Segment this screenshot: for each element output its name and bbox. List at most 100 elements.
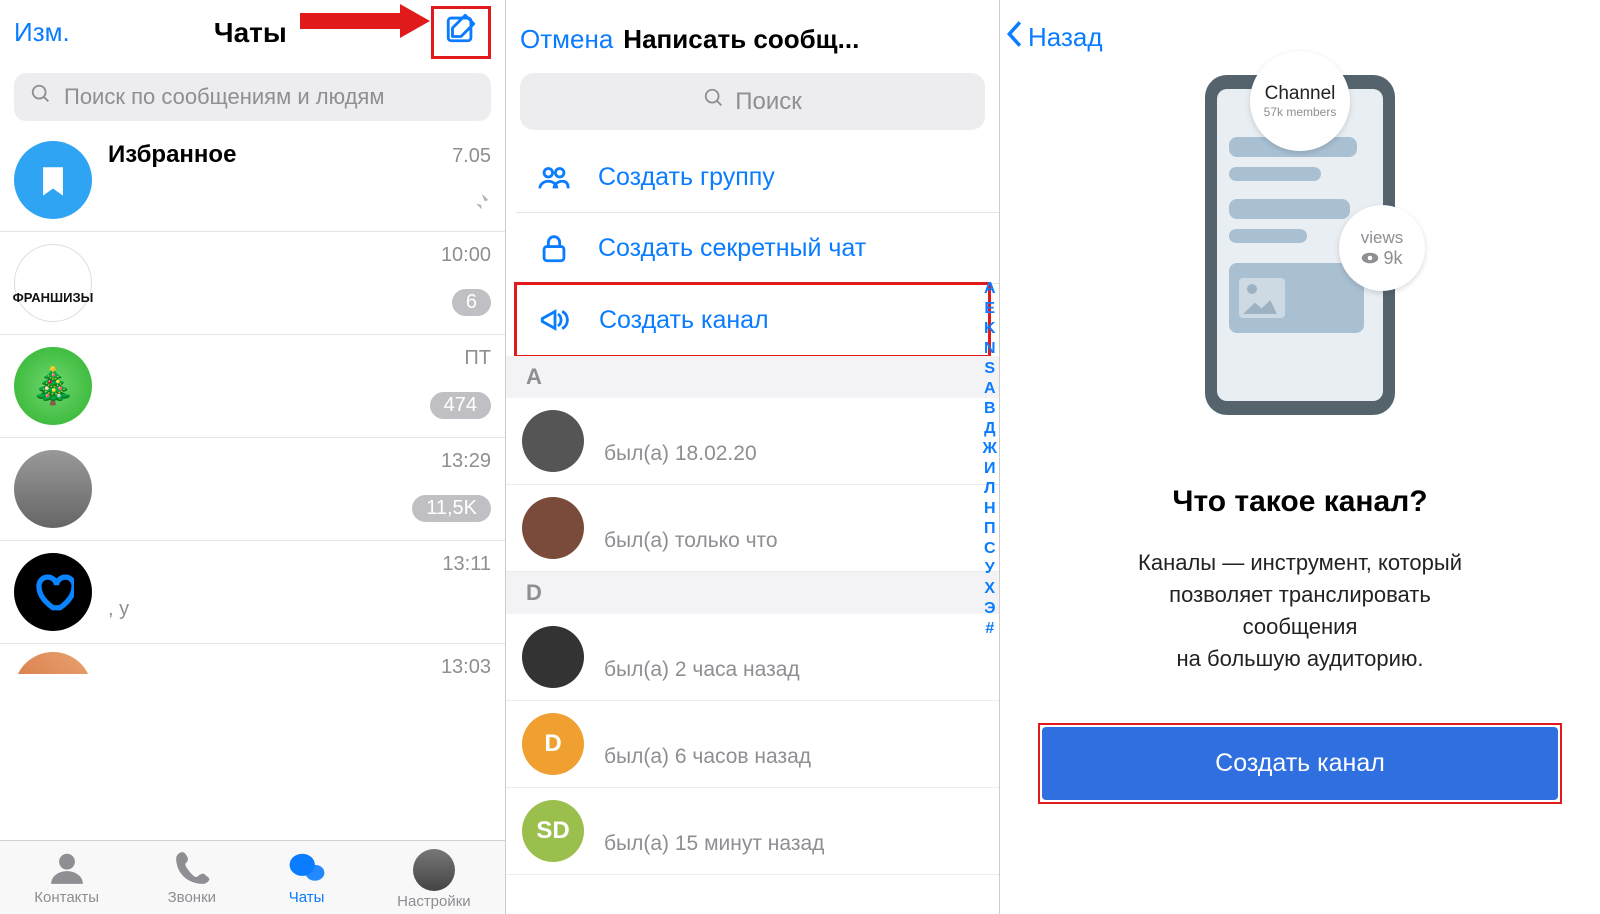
section-header: A [506, 356, 999, 398]
action-new-channel[interactable]: Создать канал [517, 285, 988, 355]
channel-heading: Что такое канал? [1000, 485, 1600, 519]
chat-row[interactable]: ПТ 474 [0, 335, 505, 438]
index-letter[interactable]: Ж [983, 440, 997, 458]
search-placeholder: Поиск [735, 88, 802, 116]
index-letter[interactable]: Д [984, 420, 995, 438]
illus-channel-title: Channel [1265, 83, 1336, 105]
contact-status: был(а) 6 часов назад [604, 745, 811, 769]
contact-avatar: D [522, 713, 584, 775]
alpha-index[interactable]: АEKNSАВДЖИЛНПСУХЭ# [983, 280, 997, 638]
back-label: Назад [1028, 22, 1103, 53]
contact-avatar: SD [522, 800, 584, 862]
index-letter[interactable]: E [984, 300, 995, 318]
channel-illustration: Channel 57k members views 9k [1000, 75, 1600, 415]
tab-settings[interactable]: Настройки [397, 849, 471, 910]
chats-title: Чаты [214, 17, 287, 49]
chat-time: 13:29 [441, 450, 491, 473]
chat-avatar [14, 652, 92, 674]
unread-badge: 6 [452, 289, 491, 316]
index-letter[interactable]: И [984, 460, 996, 478]
index-letter[interactable]: С [984, 540, 996, 558]
contact-avatar [522, 626, 584, 688]
search-placeholder: Поиск по сообщениям и людям [64, 84, 384, 110]
tab-chats-label: Чаты [289, 889, 325, 906]
chat-row[interactable]: 13:03 [0, 644, 505, 674]
search-icon [30, 83, 52, 111]
illus-views-chip: views 9k [1339, 205, 1425, 291]
tab-calls-label: Звонки [168, 889, 216, 906]
index-letter[interactable]: S [984, 360, 995, 378]
chat-name: Избранное [108, 141, 236, 169]
tab-calls[interactable]: Звонки [168, 849, 216, 910]
unread-badge: 11,5K [412, 495, 491, 522]
action-new-group-label: Создать группу [598, 163, 775, 192]
contact-row[interactable]: был(а) только что [506, 485, 999, 572]
chats-search[interactable]: Поиск по сообщениям и людям [14, 73, 491, 121]
panel-channel-intro: Назад Channel 57k members views 9k Что т… [1000, 0, 1600, 914]
chat-row[interactable]: 13:11, у [0, 541, 505, 644]
index-letter[interactable]: У [985, 560, 995, 578]
group-icon [534, 160, 574, 194]
action-channel-highlight: Создать канал [514, 282, 991, 358]
compose-icon[interactable] [444, 11, 478, 50]
search-icon [703, 87, 725, 116]
index-letter[interactable]: # [985, 620, 994, 638]
tab-settings-label: Настройки [397, 893, 471, 910]
pin-icon [469, 191, 491, 218]
chat-list: Избранное 7.05 ФРАНШИЗЫ 10:00 6 ПТ 474 13:29 11,… [0, 129, 505, 674]
contact-row[interactable]: был(а) 2 часа назад [506, 614, 999, 701]
index-letter[interactable]: П [984, 520, 996, 538]
tab-chats[interactable]: Чаты [285, 849, 329, 910]
action-new-group[interactable]: Создать группу [516, 142, 999, 213]
cancel-button[interactable]: Отмена [520, 24, 613, 55]
contact-row[interactable]: SDбыл(а) 15 минут назад [506, 788, 999, 875]
chat-row[interactable]: Избранное 7.05 [0, 129, 505, 232]
contact-row[interactable]: Dбыл(а) 6 часов назад [506, 701, 999, 788]
chat-time: ПТ [464, 347, 491, 370]
contact-row[interactable]: был(а) 18.02.20 [506, 398, 999, 485]
chat-avatar [14, 347, 92, 425]
action-secret-chat-label: Создать секретный чат [598, 234, 866, 263]
illus-channel-chip: Channel 57k members [1250, 51, 1350, 151]
create-channel-button[interactable]: Создать канал [1042, 727, 1558, 800]
compose-search[interactable]: Поиск [520, 73, 985, 130]
contact-status: был(а) 2 часа назад [604, 658, 800, 682]
chat-avatar: ФРАНШИЗЫ [14, 244, 92, 322]
megaphone-icon [535, 303, 575, 337]
index-letter[interactable]: Х [984, 580, 995, 598]
compose-header: Отмена Написать сообщ... [506, 0, 999, 73]
action-secret-chat[interactable]: Создать секретный чат [516, 213, 999, 284]
unread-badge: 474 [430, 392, 491, 419]
tab-contacts[interactable]: Контакты [34, 849, 99, 910]
contact-avatar [522, 497, 584, 559]
chat-row[interactable]: ФРАНШИЗЫ 10:00 6 [0, 232, 505, 335]
index-letter[interactable]: Н [984, 500, 996, 518]
compose-button-highlight [431, 6, 491, 59]
index-letter[interactable]: В [984, 400, 996, 418]
saved-messages-icon [14, 141, 92, 219]
annotation-arrow [300, 4, 430, 40]
illus-views-count: 9k [1361, 248, 1402, 269]
index-letter[interactable]: Л [984, 480, 995, 498]
illus-channel-sub: 57k members [1264, 105, 1337, 119]
chat-avatar [14, 450, 92, 528]
contact-status: был(а) только что [604, 529, 778, 553]
chat-row[interactable]: 13:29 11,5K [0, 438, 505, 541]
chat-time: 7.05 [452, 145, 491, 168]
contact-status: был(а) 18.02.20 [604, 442, 757, 466]
index-letter[interactable]: K [984, 320, 996, 338]
chat-time: 10:00 [441, 244, 491, 267]
edit-button[interactable]: Изм. [14, 17, 70, 48]
index-letter[interactable]: Э [984, 600, 995, 618]
create-channel-highlight: Создать канал [1038, 723, 1562, 804]
index-letter[interactable]: А [984, 380, 996, 398]
tab-bar: Контакты Звонки Чаты Настройки [0, 840, 505, 914]
index-letter[interactable]: N [984, 340, 996, 358]
contacts-list: Aбыл(а) 18.02.20 был(а) только что Dбыл(а)… [506, 356, 999, 875]
channel-description: Каналы — инструмент, который позволяет т… [1036, 547, 1564, 675]
index-letter[interactable]: А [984, 280, 996, 298]
lock-icon [534, 231, 574, 265]
chats-header: Изм. Чаты [0, 0, 505, 73]
settings-avatar-icon [413, 849, 455, 891]
chat-time: 13:11 [442, 553, 491, 576]
